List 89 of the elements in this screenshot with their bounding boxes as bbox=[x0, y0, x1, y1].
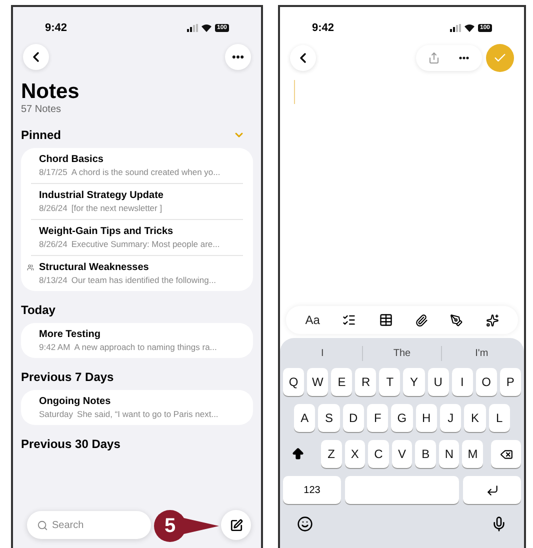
key[interactable]: Z bbox=[321, 440, 342, 468]
note-date: 8/26/24 bbox=[39, 202, 68, 214]
suggestion[interactable]: The bbox=[393, 346, 411, 360]
text-cursor bbox=[294, 80, 295, 104]
note-row[interactable]: Structural Weaknesses 8/13/24 Our team has identified the following... bbox=[31, 256, 243, 291]
key[interactable]: B bbox=[415, 440, 436, 468]
note-title: Chord Basics bbox=[39, 153, 104, 166]
key[interactable]: A bbox=[294, 404, 316, 432]
key[interactable]: O bbox=[476, 368, 497, 396]
suggestion[interactable]: I'm bbox=[475, 346, 488, 360]
sparkle-icon[interactable] bbox=[486, 314, 499, 326]
note-row[interactable]: Industrial Strategy Update 8/26/24 [for the next newsletter ] bbox=[31, 184, 243, 220]
format-text-button[interactable]: Aa bbox=[305, 311, 320, 329]
status-time: 9:42 bbox=[312, 20, 334, 36]
key[interactable]: Q bbox=[283, 368, 304, 396]
wifi-icon bbox=[200, 24, 212, 32]
key[interactable]: R bbox=[355, 368, 376, 396]
step-callout: 5 bbox=[154, 510, 186, 542]
section-heading: Previous 7 Days bbox=[21, 369, 114, 386]
section-heading: Pinned bbox=[21, 127, 62, 144]
note-row[interactable]: Weight-Gain Tips and Tricks 8/26/24 Executive Summary: Most people are... bbox=[31, 220, 243, 256]
note-title: More Testing bbox=[39, 328, 102, 341]
note-date: 9:42 AM bbox=[39, 341, 70, 353]
key[interactable]: D bbox=[342, 404, 364, 432]
key[interactable]: V bbox=[392, 440, 412, 468]
table-icon[interactable] bbox=[378, 313, 393, 327]
numbers-key[interactable]: 123 bbox=[283, 476, 341, 504]
note-count: 57 Notes bbox=[21, 104, 62, 116]
signal-icon bbox=[186, 24, 198, 32]
back-button[interactable] bbox=[290, 45, 316, 71]
paperclip-icon[interactable] bbox=[415, 314, 428, 326]
delete-key[interactable] bbox=[491, 440, 522, 468]
note-date: 8/13/24 bbox=[39, 274, 68, 286]
key[interactable]: Y bbox=[403, 368, 425, 396]
note-date: Saturday bbox=[39, 408, 74, 420]
note-preview: [for the next newsletter ] bbox=[71, 202, 162, 214]
search-field[interactable]: Search bbox=[27, 511, 151, 539]
key[interactable]: J bbox=[440, 404, 462, 432]
page-title: Notes bbox=[21, 80, 80, 104]
section-heading: Today bbox=[21, 302, 56, 319]
emoji-icon[interactable] bbox=[297, 516, 313, 532]
key[interactable]: L bbox=[488, 404, 510, 432]
note-row[interactable]: More Testing 9:42 AM A new approach to naming things ra... bbox=[31, 323, 243, 358]
compose-button[interactable] bbox=[221, 510, 251, 540]
key[interactable]: G bbox=[391, 404, 413, 432]
note-date: 8/26/24 bbox=[39, 238, 68, 250]
note-row[interactable]: Ongoing Notes Saturday She said, “I want to go to Paris next... bbox=[31, 390, 243, 425]
more-button[interactable] bbox=[225, 44, 251, 70]
status-time: 9:42 bbox=[45, 20, 68, 36]
wifi-icon bbox=[464, 24, 475, 32]
suggestion[interactable]: I bbox=[320, 346, 324, 360]
key[interactable]: M bbox=[462, 440, 484, 468]
key[interactable]: U bbox=[428, 368, 449, 396]
key[interactable]: W bbox=[307, 368, 328, 396]
key[interactable]: K bbox=[464, 404, 486, 432]
key[interactable]: H bbox=[416, 404, 437, 432]
note-preview: A chord is the sound created when yo... bbox=[71, 166, 220, 178]
note-preview: A new approach to naming things ra... bbox=[74, 341, 217, 353]
search-icon bbox=[37, 520, 48, 530]
note-title: Weight-Gain Tips and Tricks bbox=[39, 225, 174, 238]
note-title: Industrial Strategy Update bbox=[39, 189, 164, 202]
microphone-icon[interactable] bbox=[491, 516, 507, 532]
note-title: Structural Weaknesses bbox=[39, 261, 150, 274]
note-preview: Executive Summary: Most people are... bbox=[71, 238, 220, 250]
key[interactable]: X bbox=[344, 440, 366, 468]
note-row[interactable]: Chord Basics 8/17/25 A chord is the sound created when yo... bbox=[31, 148, 243, 184]
key[interactable]: I bbox=[452, 368, 473, 396]
compose-icon bbox=[230, 518, 242, 532]
key[interactable]: P bbox=[500, 368, 521, 396]
note-preview: She said, “I want to go to Paris next... bbox=[77, 408, 218, 420]
note-preview: Our team has identified the following... bbox=[71, 274, 216, 286]
key[interactable]: C bbox=[368, 440, 389, 468]
key[interactable]: S bbox=[318, 404, 340, 432]
search-placeholder: Search bbox=[52, 518, 84, 532]
pen-icon[interactable] bbox=[450, 314, 464, 326]
back-button[interactable] bbox=[23, 44, 49, 70]
key[interactable]: T bbox=[379, 368, 400, 396]
key[interactable]: F bbox=[366, 404, 388, 432]
delete-icon bbox=[500, 448, 513, 460]
note-title: Ongoing Notes bbox=[39, 395, 112, 408]
section-heading: Previous 30 Days bbox=[21, 436, 120, 453]
checklist-icon[interactable] bbox=[342, 313, 356, 327]
return-icon bbox=[486, 484, 498, 496]
shift-icon bbox=[291, 447, 305, 461]
key[interactable]: E bbox=[331, 368, 352, 396]
note-date: 8/17/25 bbox=[39, 166, 68, 178]
share-icon[interactable] bbox=[428, 52, 440, 64]
key[interactable]: N bbox=[438, 440, 460, 468]
signal-icon bbox=[450, 24, 461, 32]
